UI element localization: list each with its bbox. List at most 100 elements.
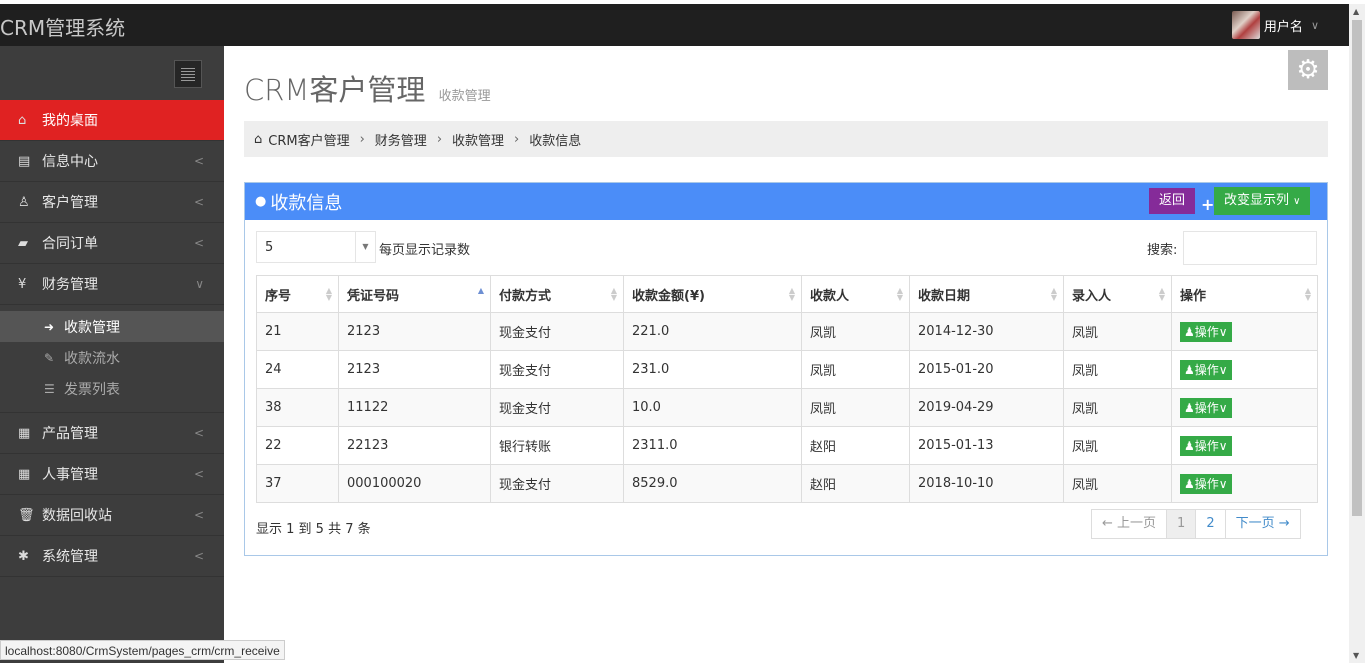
sidebar-subitem-receive-management[interactable]: ➜ 收款管理 <box>0 311 224 342</box>
sort-icon: ▲ ▼ <box>896 286 903 302</box>
cell-date: 2014-12-30 <box>909 312 1064 351</box>
chevron-left-icon: < <box>193 426 204 440</box>
toggle-columns-button[interactable]: 改变显示列 ∨ <box>1214 187 1311 215</box>
column-header[interactable]: 收款金额(¥) ▲ ▼ <box>623 275 802 313</box>
prev-page-button[interactable]: ← 上一页 <box>1092 510 1166 538</box>
column-header[interactable]: 付款方式 ▲ ▼ <box>490 275 624 313</box>
cell-voucher: 22123 <box>338 426 491 465</box>
receive-table: 序号 ▲ ▼ 凭证号码 ▲ 付款方式 ▲ ▼ 收款金额(¥) ▲ ▼ 收款人 ▲ ▼ 收款日期 ▲ ▼… <box>256 275 1318 503</box>
sidebar-item-label: 财务管理 <box>42 277 98 293</box>
yen-icon: ¥ <box>18 276 27 292</box>
search-label: 搜索: <box>1147 243 1178 258</box>
sort-icon: ▲ ▼ <box>610 286 617 302</box>
top-bar: CRM管理系统 用户名 ∨ <box>0 4 1349 46</box>
sort-icon: ▲ ▼ <box>1050 286 1057 302</box>
sidebar-item-desktop[interactable]: ⌂ 我的桌面 <box>0 100 224 141</box>
column-header[interactable]: 操作 ▲ ▼ <box>1171 275 1318 313</box>
cell-pay-method: 现金支付 <box>490 464 624 503</box>
cell-id: 21 <box>256 312 339 351</box>
cell-payee: 赵阳 <box>801 464 910 503</box>
username: 用户名 <box>1263 19 1303 35</box>
sidebar-item-hr[interactable]: ▦ 人事管理 < <box>0 454 224 495</box>
app-brand[interactable]: CRM管理系统 <box>0 12 125 41</box>
book-icon: ▰ <box>18 235 28 251</box>
cell-actions: ♟操作∨ <box>1171 350 1318 389</box>
cell-voucher: 11122 <box>338 388 491 427</box>
plus-icon[interactable]: + <box>1201 195 1214 214</box>
cell-pay-method: 现金支付 <box>490 388 624 427</box>
column-header[interactable]: 收款日期 ▲ ▼ <box>909 275 1064 313</box>
breadcrumb-item[interactable]: 财务管理 <box>375 130 427 149</box>
sidebar-item-products[interactable]: ▦ 产品管理 < <box>0 413 224 454</box>
sidebar-subitem-label: 发票列表 <box>64 381 120 398</box>
gear-icon[interactable]: ⚙ <box>1288 50 1328 90</box>
page-title: CRM客户管理 收款管理 <box>244 67 491 109</box>
cell-actions: ♟操作∨ <box>1171 426 1318 465</box>
cell-date: 2018-10-10 <box>909 464 1064 503</box>
vertical-scrollbar[interactable]: ▲ ▼ <box>1349 4 1365 663</box>
sidebar-item-info-center[interactable]: ▤ 信息中心 < <box>0 141 224 182</box>
cell-actions: ♟操作∨ <box>1171 312 1318 351</box>
home-icon: ⌂ <box>254 131 263 147</box>
receive-info-portlet: ● 收款信息 返回 + 改变显示列 ∨ 5 ▼ 每页显示记录数 搜索: 序号 ▲ ▼… <box>244 182 1328 556</box>
action-button[interactable]: ♟操作∨ <box>1180 473 1232 494</box>
column-header[interactable]: 收款人 ▲ ▼ <box>801 275 910 313</box>
sign-in-icon: ➜ <box>44 319 55 334</box>
column-header[interactable]: 凭证号码 ▲ <box>338 275 491 313</box>
scroll-down-icon[interactable]: ▼ <box>1353 651 1359 660</box>
trash-icon: 🗑 <box>18 507 35 523</box>
scrollbar-thumb[interactable] <box>1352 20 1362 516</box>
chevron-down-icon: ∨ <box>1310 18 1319 32</box>
list-icon: ☰ <box>44 381 55 396</box>
action-button[interactable]: ♟操作∨ <box>1180 397 1232 418</box>
user-menu[interactable]: 用户名 ∨ <box>1231 11 1319 39</box>
globe-icon: ● <box>255 194 267 209</box>
breadcrumb-item[interactable]: 收款管理 <box>452 130 504 149</box>
page-subtitle: 收款管理 <box>438 89 491 104</box>
page-button[interactable]: 2 <box>1195 510 1224 538</box>
table-header-row: 序号 ▲ ▼ 凭证号码 ▲ 付款方式 ▲ ▼ 收款金额(¥) ▲ ▼ 收款人 ▲ ▼ 收款日期 ▲ ▼… <box>256 275 1318 313</box>
search-input[interactable] <box>1183 231 1317 265</box>
action-button[interactable]: ♟操作∨ <box>1180 435 1232 456</box>
action-button[interactable]: ♟操作∨ <box>1180 359 1232 380</box>
cell-amount: 2311.0 <box>623 426 802 465</box>
sidebar-toggle-button[interactable] <box>174 60 202 88</box>
cell-amount: 10.0 <box>623 388 802 427</box>
scroll-up-icon[interactable]: ▲ <box>1353 7 1359 16</box>
cell-payee: 凤凯 <box>801 388 910 427</box>
sidebar-item-recycle-bin[interactable]: 🗑 数据回收站 < <box>0 495 224 536</box>
sidebar-item-contracts[interactable]: ▰ 合同订单 < <box>0 223 224 264</box>
sidebar-subitem-invoice-list[interactable]: ☰ 发票列表 <box>0 373 224 404</box>
table-row: 37 000100020 现金支付 8529.0 赵阳 2018-10-10 凤… <box>256 464 1318 503</box>
sidebar-subitem-receive-flow[interactable]: ✎ 收款流水 <box>0 342 224 373</box>
portlet-title: ● 收款信息 返回 + 改变显示列 ∨ <box>245 183 1327 220</box>
column-header[interactable]: 录入人 ▲ ▼ <box>1063 275 1172 313</box>
cell-id: 38 <box>256 388 339 427</box>
breadcrumb-item[interactable]: CRM客户管理 <box>268 130 349 149</box>
sidebar-item-system[interactable]: ✱ 系统管理 < <box>0 536 224 577</box>
column-header[interactable]: 序号 ▲ ▼ <box>256 275 339 313</box>
sidebar-item-customers[interactable]: ♙ 客户管理 < <box>0 182 224 223</box>
sidebar: ⌂ 我的桌面 ▤ 信息中心 < ♙ 客户管理 < ▰ 合同订单 < ¥ 财务管理… <box>0 46 224 663</box>
action-button[interactable]: ♟操作∨ <box>1180 321 1232 342</box>
cell-pay-method: 现金支付 <box>490 312 624 351</box>
next-page-button[interactable]: 下一页 → <box>1224 510 1300 538</box>
cell-id: 22 <box>256 426 339 465</box>
table-row: 24 2123 现金支付 231.0 凤凯 2015-01-20 凤凯 ♟操作∨ <box>256 350 1318 389</box>
sidebar-item-finance[interactable]: ¥ 财务管理 ∨ <box>0 264 224 305</box>
sort-icon: ▲ ▼ <box>788 286 795 302</box>
table-row: 38 11122 现金支付 10.0 凤凯 2019-04-29 凤凯 ♟操作∨ <box>256 388 1318 427</box>
chevron-left-icon: < <box>193 154 204 168</box>
cell-recorder: 凤凯 <box>1063 426 1172 465</box>
home-icon: ⌂ <box>18 112 27 128</box>
chevron-down-icon: ∨ <box>195 277 204 291</box>
sidebar-item-label: 信息中心 <box>42 154 98 170</box>
cell-pay-method: 现金支付 <box>490 350 624 389</box>
sort-icon: ▲ ▼ <box>1304 286 1311 302</box>
table-row: 22 22123 银行转账 2311.0 赵阳 2015-01-13 凤凯 ♟操… <box>256 426 1318 465</box>
pencil-icon: ✎ <box>44 350 55 365</box>
back-button[interactable]: 返回 <box>1149 188 1196 214</box>
sort-asc-icon: ▲ <box>477 286 484 295</box>
page-size-select[interactable]: 5 ▼ <box>256 231 376 263</box>
page-button[interactable]: 1 <box>1166 510 1196 538</box>
